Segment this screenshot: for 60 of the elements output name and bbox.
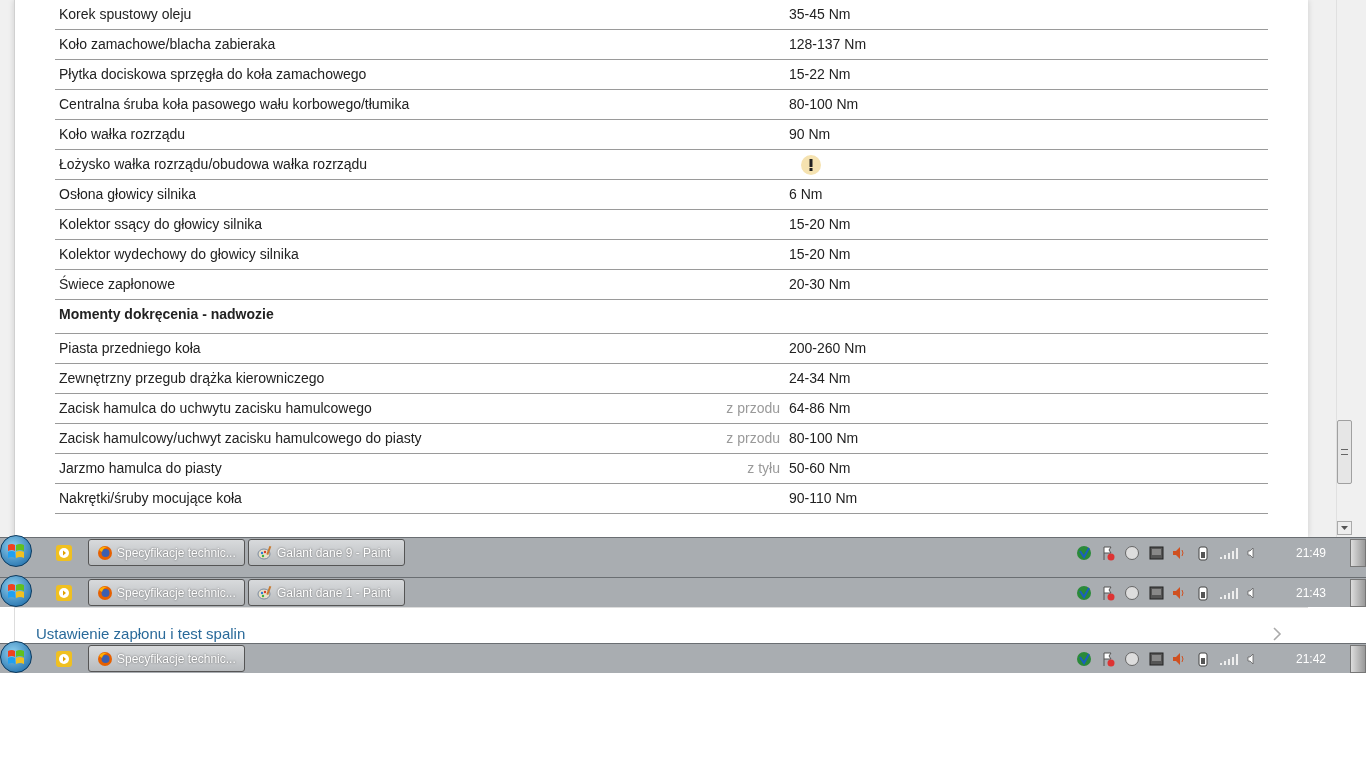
table-cell-text: Kolektor wydechowy do głowicy silnika (58, 245, 300, 264)
section-heading: Momenty dokręcenia - nadwozie (58, 305, 275, 324)
table-cell-text: Zewnętrzny przegub drążka kierowniczego (58, 369, 326, 388)
table-cell-text: 24-34 Nm (789, 369, 851, 388)
table-cell-text: Nakrętki/śruby mocujące koła (58, 489, 243, 508)
table-cell-text: 50-60 Nm (789, 459, 851, 478)
table-cell-text: z tyłu (747, 459, 780, 478)
clock-time: 21:49 (1296, 544, 1328, 562)
tray-icons[interactable] (1076, 584, 1256, 601)
table-cell-text: Piasta przedniego koła (58, 339, 202, 358)
table-cell-text: z przodu (726, 429, 780, 448)
table-cell-text: 35-45 Nm (789, 5, 851, 24)
windows-logo-icon (7, 542, 25, 559)
taskbar-button[interactable]: Specyfikacje technic... (88, 645, 245, 672)
table-cell-text: Świece zapłonowe (58, 274, 176, 294)
clock-time: 21:42 (1296, 650, 1328, 668)
table-cell-text: 15-20 Nm (789, 215, 851, 234)
table-cell-text: 90 Nm (789, 125, 831, 144)
windows-logo-icon (7, 582, 25, 599)
taskbar-button[interactable]: Galant dane 1 - Paint (248, 579, 405, 606)
table-cell-text: Zacisk hamulcowy/uchwyt zacisku hamulcowego do piasty (58, 429, 423, 448)
down-arrow-icon[interactable] (1341, 526, 1348, 530)
taskbar-button[interactable]: Specyfikacje technic... (88, 579, 245, 606)
table-cell-text: Osłona głowicy silnika (58, 185, 197, 204)
table-cell-text: 6 Nm (789, 185, 823, 204)
table-cell-text: Korek spustowy oleju (58, 5, 193, 24)
table-cell-text: 200-260 Nm (789, 339, 867, 358)
table-cell-text: Koło zamachowe/blacha zabieraka (58, 35, 277, 54)
table-cell-text: Płytka dociskowa sprzęgła do koła zamachowego (58, 65, 368, 84)
table-cell-text: Centralna śruba koła pasowego wału korbowego/tłumika (58, 95, 411, 114)
table-cell-text: Łożysko wałka rozrządu/obudowa wałka rozrządu (58, 155, 369, 174)
start-button[interactable] (0, 640, 32, 673)
show-desktop-button[interactable] (1350, 538, 1366, 567)
clock-time: 21:43 (1296, 584, 1328, 602)
table-cell-text: 15-20 Nm (789, 245, 851, 264)
windows-logo-icon (7, 648, 25, 665)
taskbar-button[interactable]: Specyfikacje technic... (88, 539, 245, 566)
table-cell-text: 15-22 Nm (789, 65, 851, 84)
show-desktop-button[interactable] (1350, 578, 1366, 607)
chevron-icon (1273, 627, 1282, 641)
table-cell-text: 64-86 Nm (789, 399, 851, 418)
palette-icon (257, 544, 273, 561)
palette-icon (257, 584, 273, 601)
table-cell-text: Koło wałka rozrządu (58, 125, 187, 144)
start-button[interactable] (0, 574, 32, 607)
table-cell-text: 80-100 Nm (789, 429, 859, 448)
tray-icons[interactable] (1076, 544, 1256, 561)
start-button[interactable] (0, 534, 32, 567)
table-cell-text: 20-30 Nm (789, 275, 851, 294)
table-cell-text: 80-100 Nm (789, 95, 859, 114)
table-cell-text: Kolektor ssący do głowicy silnika (58, 215, 264, 234)
tray-icons[interactable] (1076, 650, 1256, 667)
table-cell-text: Zacisk hamulca do uchwytu zacisku hamulcowego (58, 399, 373, 418)
table-cell-text: 90-110 Nm (789, 489, 858, 508)
section-link[interactable]: Ustawienie zapłonu i test spalin (36, 625, 246, 643)
show-desktop-button[interactable] (1350, 644, 1366, 673)
table-cell-text: z przodu (726, 399, 780, 418)
scrollbar[interactable] (1336, 0, 1353, 537)
table-cell-text: 128-137 Nm (789, 35, 867, 54)
table-cell-text: Jarzmo hamulca do piasty (58, 459, 223, 478)
